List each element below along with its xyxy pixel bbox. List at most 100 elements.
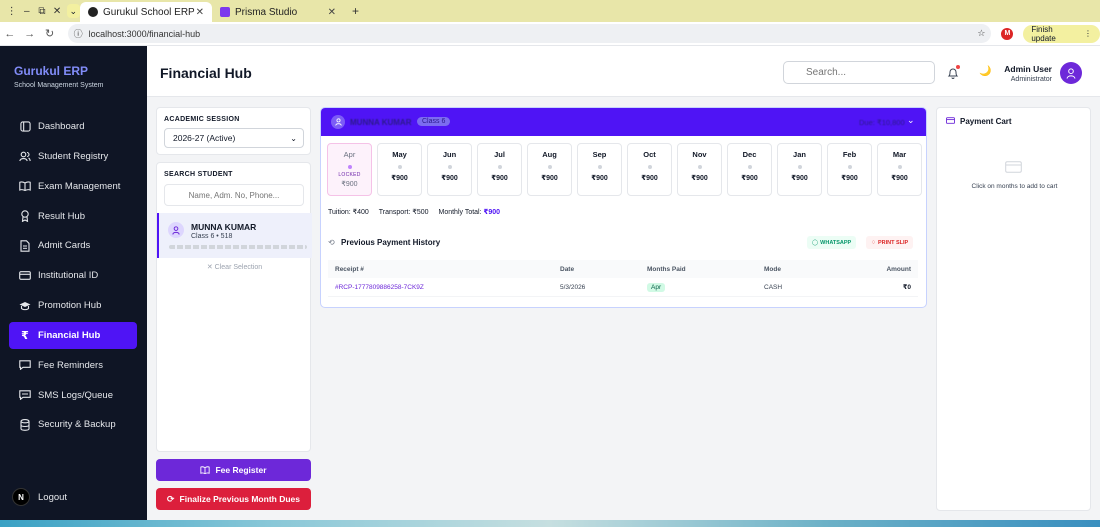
month-status-dot: [897, 165, 902, 169]
col-receipt: Receipt #: [335, 265, 364, 273]
student-header-name: MUNNA KUMAR: [350, 118, 412, 127]
sidebar-item-sms-logs[interactable]: SMS Logs/Queue: [9, 382, 137, 409]
user-icon: [334, 118, 342, 126]
page-header: Financial Hub 🌙 Admin User Administrator: [147, 46, 1100, 97]
month-amount: ₹900: [841, 175, 858, 182]
page-title: Financial Hub: [160, 65, 252, 81]
forward-icon[interactable]: →: [20, 28, 40, 40]
receipt-link[interactable]: #RCP-1777809886258-7CK9Z: [328, 284, 560, 291]
sidebar-item-security-backup[interactable]: Security & Backup: [9, 411, 137, 438]
student-result-item[interactable]: MUNNA KUMAR Class 6 • 518: [157, 213, 312, 258]
close-tab-icon[interactable]: ✕: [328, 7, 336, 18]
message-icon: [19, 359, 31, 371]
month-card-jun[interactable]: Jun ₹900: [427, 143, 472, 196]
whatsapp-label: WHATSAPP: [820, 239, 852, 246]
month-card-aug[interactable]: Aug ₹900: [527, 143, 572, 196]
month-name: Sep: [592, 150, 607, 159]
table-row[interactable]: #RCP-1777809886258-7CK9Z 5/3/2026 Apr CA…: [328, 278, 918, 297]
back-icon[interactable]: ←: [0, 28, 20, 40]
month-amount: ₹900: [391, 175, 408, 182]
url-field[interactable]: ⓘ localhost:3000/financial-hub ☆: [67, 24, 992, 43]
whatsapp-button[interactable]: ◯ WHATSAPP: [807, 236, 857, 249]
reload-icon[interactable]: ↻: [40, 27, 60, 40]
site-info-icon[interactable]: ⓘ: [74, 27, 83, 40]
academic-session-select[interactable]: 2026-27 (Active) ⌄: [164, 128, 304, 148]
month-status-dot: [447, 165, 452, 169]
tab-title: Gurukul School ERP: [103, 6, 195, 18]
bookmark-star-icon[interactable]: ☆: [977, 28, 985, 39]
sidebar-item-student-registry[interactable]: Student Registry: [9, 143, 137, 170]
month-card-sep[interactable]: Sep ₹900: [577, 143, 622, 196]
due-amount: Due: ₹10,800: [859, 118, 905, 127]
brand-title: Gurukul ERP: [14, 64, 89, 78]
search-input[interactable]: [783, 61, 935, 84]
student-result-class: Class 6 • 518: [191, 233, 233, 240]
chat-icon: [19, 389, 31, 401]
finalize-dues-button[interactable]: ⟳ Finalize Previous Month Dues: [156, 488, 311, 510]
sidebar-item-fee-reminders[interactable]: Fee Reminders: [9, 352, 137, 379]
user-avatar[interactable]: [1060, 62, 1082, 84]
tab-title: Prisma Studio: [235, 6, 298, 18]
month-amount: ₹900: [441, 175, 458, 182]
month-amount: ₹900: [691, 175, 708, 182]
user-icon: [1066, 67, 1076, 79]
new-tab-icon[interactable]: +: [352, 4, 359, 18]
browser-tab-prisma[interactable]: Prisma Studio ✕: [212, 2, 344, 22]
sidebar-item-dashboard[interactable]: Dashboard: [9, 113, 137, 140]
payment-mode: CASH: [764, 283, 783, 291]
month-card-may[interactable]: May ₹900: [377, 143, 422, 196]
month-card-feb[interactable]: Feb ₹900: [827, 143, 872, 196]
chevron-down-icon[interactable]: ⌄: [907, 115, 915, 126]
month-card-apr[interactable]: Apr LOCKED ₹900: [327, 143, 372, 196]
sidebar-item-institutional-id[interactable]: Institutional ID: [9, 262, 137, 289]
month-card-mar[interactable]: Mar ₹900: [877, 143, 922, 196]
col-mode: Mode: [764, 265, 781, 273]
col-amount: Amount: [886, 265, 911, 273]
month-card-jan[interactable]: Jan ₹900: [777, 143, 822, 196]
user-name: Admin User: [1004, 64, 1052, 74]
minimize-icon[interactable]: –: [19, 6, 34, 17]
restore-icon[interactable]: ⧉: [34, 6, 49, 17]
sidebar-item-financial-hub[interactable]: ₹ Financial Hub: [9, 321, 137, 349]
month-card-dec[interactable]: Dec ₹900: [727, 143, 772, 196]
sidebar-item-label: SMS Logs/Queue: [38, 389, 113, 401]
sidebar-nav: Dashboard Student Registry Exam Manageme…: [9, 113, 137, 441]
fee-register-button[interactable]: Fee Register: [156, 459, 311, 481]
month-status-dot: [797, 165, 802, 169]
print-slip-button[interactable]: ♢ PRINT SLIP: [866, 236, 914, 249]
student-fee-header[interactable]: MUNNA KUMAR Class 6 Due: ₹10,800 ⌄: [321, 108, 926, 136]
fee-register-label: Fee Register: [215, 465, 267, 475]
month-status-dot: [347, 165, 352, 169]
url-text: localhost:3000/financial-hub: [88, 28, 201, 39]
profile-avatar[interactable]: M: [1001, 27, 1014, 40]
finish-update-button[interactable]: Finish update ⋮: [1023, 24, 1100, 43]
month-card-jul[interactable]: Jul ₹900: [477, 143, 522, 196]
student-search-card: SEARCH STUDENT MUNNA KUMAR Class 6 • 518…: [156, 162, 312, 452]
browser-tab-gurukul[interactable]: Gurukul School ERP ✕: [80, 2, 212, 22]
transport-fee: Transport: ₹500: [378, 209, 429, 216]
sidebar: Gurukul ERP School Management System Das…: [0, 46, 147, 527]
sidebar-item-admit-cards[interactable]: Admit Cards: [9, 232, 137, 259]
notification-bell-icon[interactable]: [947, 65, 960, 79]
student-search-input[interactable]: [164, 184, 304, 206]
sidebar-item-exam-management[interactable]: Exam Management: [9, 173, 137, 200]
sidebar-item-promotion-hub[interactable]: Promotion Hub: [9, 292, 137, 319]
month-name: Jun: [442, 150, 457, 159]
menu-icon[interactable]: ⋮: [4, 6, 19, 17]
monthly-total: Monthly Total: ₹900: [439, 208, 501, 216]
month-card-oct[interactable]: Oct ₹900: [627, 143, 672, 196]
sidebar-item-result-hub[interactable]: Result Hub: [9, 203, 137, 230]
monthly-total-value: ₹900: [483, 209, 501, 216]
clear-selection-link[interactable]: ✕ Clear Selection: [157, 263, 312, 271]
close-window-icon[interactable]: ✕: [50, 6, 65, 17]
tab-search-dropdown-icon[interactable]: ⌄: [66, 4, 80, 18]
student-result-name: MUNNA KUMAR: [191, 222, 257, 232]
close-tab-icon[interactable]: ✕: [196, 7, 204, 18]
month-status-dot: [497, 165, 502, 169]
notification-dot: [956, 65, 960, 69]
search-icon: [791, 69, 798, 76]
month-card-nov[interactable]: Nov ₹900: [677, 143, 722, 196]
month-status-dot: [397, 165, 402, 169]
logout-button[interactable]: N Logout: [12, 488, 67, 506]
months-paid-badge: Apr: [647, 282, 666, 292]
